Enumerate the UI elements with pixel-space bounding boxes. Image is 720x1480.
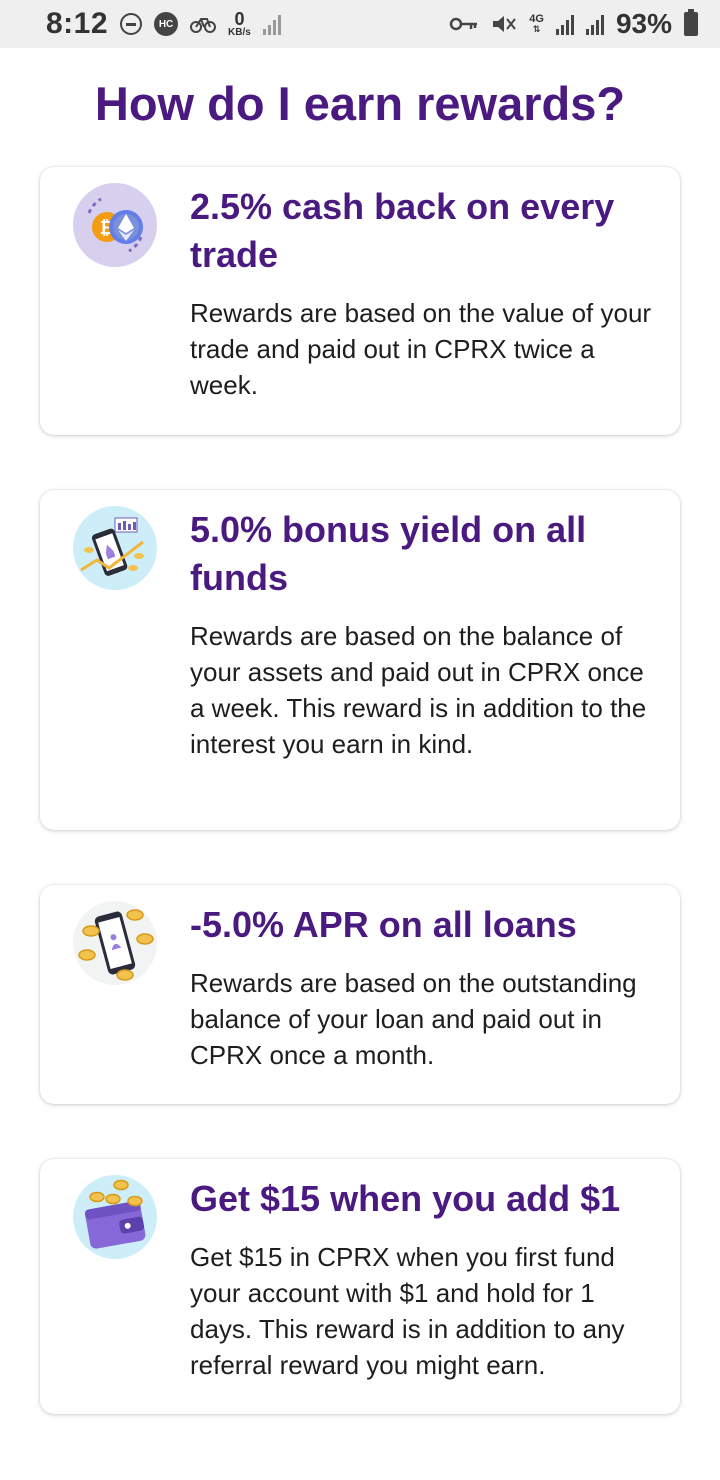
phone-growth-icon <box>73 506 157 590</box>
network-type: 4G ⇅ <box>529 14 544 34</box>
reward-card-loan-apr: -5.0% APR on all loans Rewards are based… <box>40 885 680 1104</box>
battery-icon <box>684 9 698 36</box>
status-bar: 8:12 HC 0 KB/s 4G ⇅ 93% <box>0 0 720 48</box>
reward-card-cash-back: ₿ 2.5% cash back on every trade Rewards … <box>40 167 680 435</box>
card-title: -5.0% APR on all loans <box>190 904 577 945</box>
signal-2-icon <box>585 13 604 35</box>
phone-coins-icon <box>73 901 157 985</box>
card-description: Rewards are based on the outstanding bal… <box>190 968 637 1070</box>
no-signal-icon <box>262 13 281 35</box>
reward-card-bonus-yield: 5.0% bonus yield on all funds Rewards ar… <box>40 490 680 830</box>
card-title: 2.5% cash back on every trade <box>190 186 615 275</box>
page-title: How do I earn rewards? <box>94 77 626 130</box>
card-title: Get $15 when you add $1 <box>190 1178 621 1219</box>
do-not-disturb-icon <box>120 13 143 35</box>
network-speed-value: 0 <box>234 9 245 29</box>
clock: 8:12 <box>46 7 109 40</box>
network-speed-unit: KB/s <box>228 27 251 38</box>
vpn-key-icon <box>449 16 479 32</box>
hc-badge-icon: HC <box>154 12 179 36</box>
signal-1-icon <box>555 13 574 35</box>
wallet-coins-icon <box>73 1175 157 1259</box>
bike-icon <box>190 14 217 34</box>
card-title: 5.0% bonus yield on all funds <box>190 509 587 598</box>
crypto-coins-icon: ₿ <box>73 183 157 267</box>
card-description: Rewards are based on the value of your t… <box>190 298 652 400</box>
battery-percent: 93% <box>615 8 672 39</box>
card-description: Get $15 in CPRX when you first fund your… <box>190 1242 625 1380</box>
mute-icon <box>491 13 517 35</box>
data-arrows-icon: ⇅ <box>532 24 541 34</box>
reward-card-funding-bonus: Get $15 when you add $1 Get $15 in CPRX … <box>40 1159 680 1414</box>
card-description: Rewards are based on the balance of your… <box>190 621 647 759</box>
network-speed: 0 KB/s <box>228 10 251 38</box>
